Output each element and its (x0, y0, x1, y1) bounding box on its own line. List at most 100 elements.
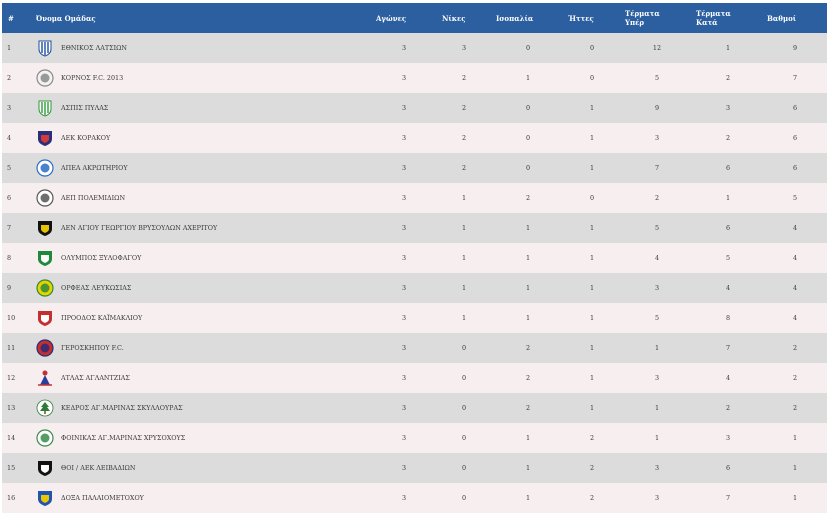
draws-cell: 1 (525, 254, 531, 262)
losses-cell: 0 (589, 194, 595, 202)
team-name-link[interactable]: ΟΛΥΜΠΟΣ ΞΥΛΟΦΑΓΟΥ (61, 243, 141, 273)
points-cell: 5 (792, 194, 798, 202)
shield-crest-icon (36, 309, 54, 327)
draws-cell: 2 (525, 404, 531, 412)
played-cell: 3 (401, 494, 407, 502)
played-cell: 3 (401, 164, 407, 172)
points-cell: 2 (792, 404, 798, 412)
points-cell: 1 (792, 464, 798, 472)
wins-cell: 0 (461, 404, 467, 412)
played-cell: 3 (401, 434, 407, 442)
team-name-link[interactable]: ΕΘΝΙΚΟΣ ΛΑΤΣΙΩΝ (61, 33, 127, 63)
header-goals-for-line1: Τέρματα (625, 9, 660, 18)
table-row[interactable]: 8 ΟΛΥΜΠΟΣ ΞΥΛΟΦΑΓΟΥ 3 1 1 1 4 5 4 (2, 243, 827, 273)
table-row[interactable]: 16 ΔΟΞΑ ΠΑΛΑΙΟΜΕΤΟΧΟΥ 3 0 1 2 3 7 1 (2, 483, 827, 513)
header-draws[interactable]: Ισοπαλία (496, 14, 533, 23)
team-name-link[interactable]: ΚΟΡΝΟΣ F.C. 2013 (61, 63, 123, 93)
points-cell: 4 (792, 254, 798, 262)
draws-cell: 1 (525, 434, 531, 442)
goals-against-cell: 4 (725, 374, 731, 382)
losses-cell: 0 (589, 74, 595, 82)
draws-cell: 1 (525, 284, 531, 292)
team-name-link[interactable]: ΟΡΦΕΑΣ ΛΕΥΚΩΣΙΑΣ (61, 273, 131, 303)
wins-cell: 2 (461, 104, 467, 112)
team-name-link[interactable]: ΑΣΠΙΣ ΠΥΛΑΣ (61, 93, 108, 123)
goals-against-cell: 7 (725, 344, 731, 352)
position-cell: 12 (7, 374, 16, 382)
team-name-link[interactable]: ΔΟΞΑ ΠΑΛΑΙΟΜΕΤΟΧΟΥ (61, 483, 144, 513)
wins-cell: 2 (461, 134, 467, 142)
goals-for-cell: 9 (654, 104, 660, 112)
played-cell: 3 (401, 134, 407, 142)
team-name-link[interactable]: ΑΕΚ ΚΟΡΑΚΟΥ (61, 123, 110, 153)
played-cell: 3 (401, 254, 407, 262)
header-goals-against[interactable]: Τέρματα Κατά (696, 9, 731, 27)
table-row[interactable]: 1 ΕΘΝΙΚΟΣ ΛΑΤΣΙΩΝ 3 3 0 0 12 1 9 (2, 33, 827, 63)
losses-cell: 1 (589, 404, 595, 412)
wins-cell: 0 (461, 494, 467, 502)
team-name-link[interactable]: ΓΕΡΟΣΚΗΠΟΥ F.C. (61, 333, 124, 363)
goals-against-cell: 2 (725, 134, 731, 142)
team-name-link[interactable]: ΑΕΝ ΑΓΙΟΥ ΓΕΩΡΓΙΟΥ ΒΡΥΣΟΥΛΩΝ ΑΧΕΡΙΤΟΥ (61, 213, 217, 243)
position-cell: 15 (7, 464, 16, 472)
goals-for-cell: 5 (654, 314, 660, 322)
header-goals-against-line1: Τέρματα (696, 9, 731, 18)
points-cell: 4 (792, 314, 798, 322)
played-cell: 3 (401, 464, 407, 472)
header-played[interactable]: Αγώνες (376, 14, 406, 23)
position-cell: 7 (7, 224, 12, 232)
table-row[interactable]: 9 ΟΡΦΕΑΣ ΛΕΥΚΩΣΙΑΣ 3 1 1 1 3 4 4 (2, 273, 827, 303)
position-cell: 2 (7, 74, 12, 82)
team-name-link[interactable]: ΑΕΠ ΠΟΛΕΜΙΔΙΩΝ (61, 183, 125, 213)
round-crest-icon (36, 429, 54, 447)
team-name-link[interactable]: ΦΟΙΝΙΚΑΣ ΑΓ.ΜΑΡΙΝΑΣ ΧΡΥΣΟΧΟΥΣ (61, 423, 185, 453)
points-cell: 4 (792, 224, 798, 232)
team-name-link[interactable]: ΑΤΛΑΣ ΑΓΛΑΝΤΖΙΑΣ (61, 363, 130, 393)
wins-cell: 1 (461, 314, 467, 322)
goals-for-cell: 5 (654, 224, 660, 232)
team-name-link[interactable]: ΘΟΙ / ΑΕΚ ΛΕΙΒΑΔΙΩΝ (61, 453, 135, 483)
table-row[interactable]: 5 ΑΠΕΑ ΑΚΡΩΤΗΡΙΟΥ 3 2 0 1 7 6 6 (2, 153, 827, 183)
table-row[interactable]: 10 ΠΡΟΟΔΟΣ ΚΑΪΜΑΚΛΙΟΥ 3 1 1 1 5 8 4 (2, 303, 827, 333)
points-cell: 1 (792, 434, 798, 442)
points-cell: 1 (792, 494, 798, 502)
draws-cell: 2 (525, 344, 531, 352)
position-cell: 8 (7, 254, 12, 262)
position-cell: 5 (7, 164, 12, 172)
header-wins[interactable]: Νίκες (442, 14, 466, 23)
wins-cell: 1 (461, 194, 467, 202)
team-name-link[interactable]: ΠΡΟΟΔΟΣ ΚΑΪΜΑΚΛΙΟΥ (61, 303, 142, 333)
round-crest-icon (36, 159, 54, 177)
table-row[interactable]: 4 ΑΕΚ ΚΟΡΑΚΟΥ 3 2 0 1 3 2 6 (2, 123, 827, 153)
team-name-link[interactable]: ΑΠΕΑ ΑΚΡΩΤΗΡΙΟΥ (61, 153, 128, 183)
shield-crest-icon (36, 249, 54, 267)
goals-against-cell: 1 (725, 44, 731, 52)
header-points[interactable]: Βαθμοί (767, 14, 796, 23)
position-cell: 14 (7, 434, 16, 442)
losses-cell: 0 (589, 44, 595, 52)
played-cell: 3 (401, 404, 407, 412)
table-row[interactable]: 2 ΚΟΡΝΟΣ F.C. 2013 3 2 1 0 5 2 7 (2, 63, 827, 93)
goals-for-cell: 1 (654, 344, 660, 352)
losses-cell: 2 (589, 494, 595, 502)
played-cell: 3 (401, 374, 407, 382)
goals-for-cell: 3 (654, 494, 660, 502)
table-row[interactable]: 6 ΑΕΠ ΠΟΛΕΜΙΔΙΩΝ 3 1 2 0 2 1 5 (2, 183, 827, 213)
table-row[interactable]: 15 ΘΟΙ / ΑΕΚ ΛΕΙΒΑΔΙΩΝ 3 0 1 2 3 6 1 (2, 453, 827, 483)
table-row[interactable]: 12 ΑΤΛΑΣ ΑΓΛΑΝΤΖΙΑΣ 3 0 2 1 3 4 2 (2, 363, 827, 393)
table-row[interactable]: 3 ΑΣΠΙΣ ΠΥΛΑΣ 3 2 0 1 9 3 6 (2, 93, 827, 123)
header-losses[interactable]: Ήττες (568, 14, 594, 23)
draws-cell: 1 (525, 224, 531, 232)
table-row[interactable]: 13 ΚΕΔΡΟΣ ΑΓ.ΜΑΡΙΝΑΣ ΣΚΥΛΛΟΥΡΑΣ 3 0 2 1 1 2 2 (2, 393, 827, 423)
goals-for-cell: 2 (654, 194, 660, 202)
header-goals-for-line2: Υπέρ (625, 18, 645, 27)
wins-cell: 2 (461, 164, 467, 172)
table-row[interactable]: 14 ΦΟΙΝΙΚΑΣ ΑΓ.ΜΑΡΙΝΑΣ ΧΡΥΣΟΧΟΥΣ 3 0 1 2 1 3 1 (2, 423, 827, 453)
table-row[interactable]: 7 ΑΕΝ ΑΓΙΟΥ ΓΕΩΡΓΙΟΥ ΒΡΥΣΟΥΛΩΝ ΑΧΕΡΙΤΟΥ 3 1… (2, 213, 827, 243)
header-goals-for[interactable]: Τέρματα Υπέρ (625, 9, 660, 27)
table-row[interactable]: 11 ΓΕΡΟΣΚΗΠΟΥ F.C. 3 0 2 1 1 7 2 (2, 333, 827, 363)
goals-against-cell: 6 (725, 224, 731, 232)
header-team-name[interactable]: Όνομα Ομάδας (36, 14, 96, 23)
team-name-link[interactable]: ΚΕΔΡΟΣ ΑΓ.ΜΑΡΙΝΑΣ ΣΚΥΛΛΟΥΡΑΣ (61, 393, 183, 423)
wins-cell: 0 (461, 434, 467, 442)
